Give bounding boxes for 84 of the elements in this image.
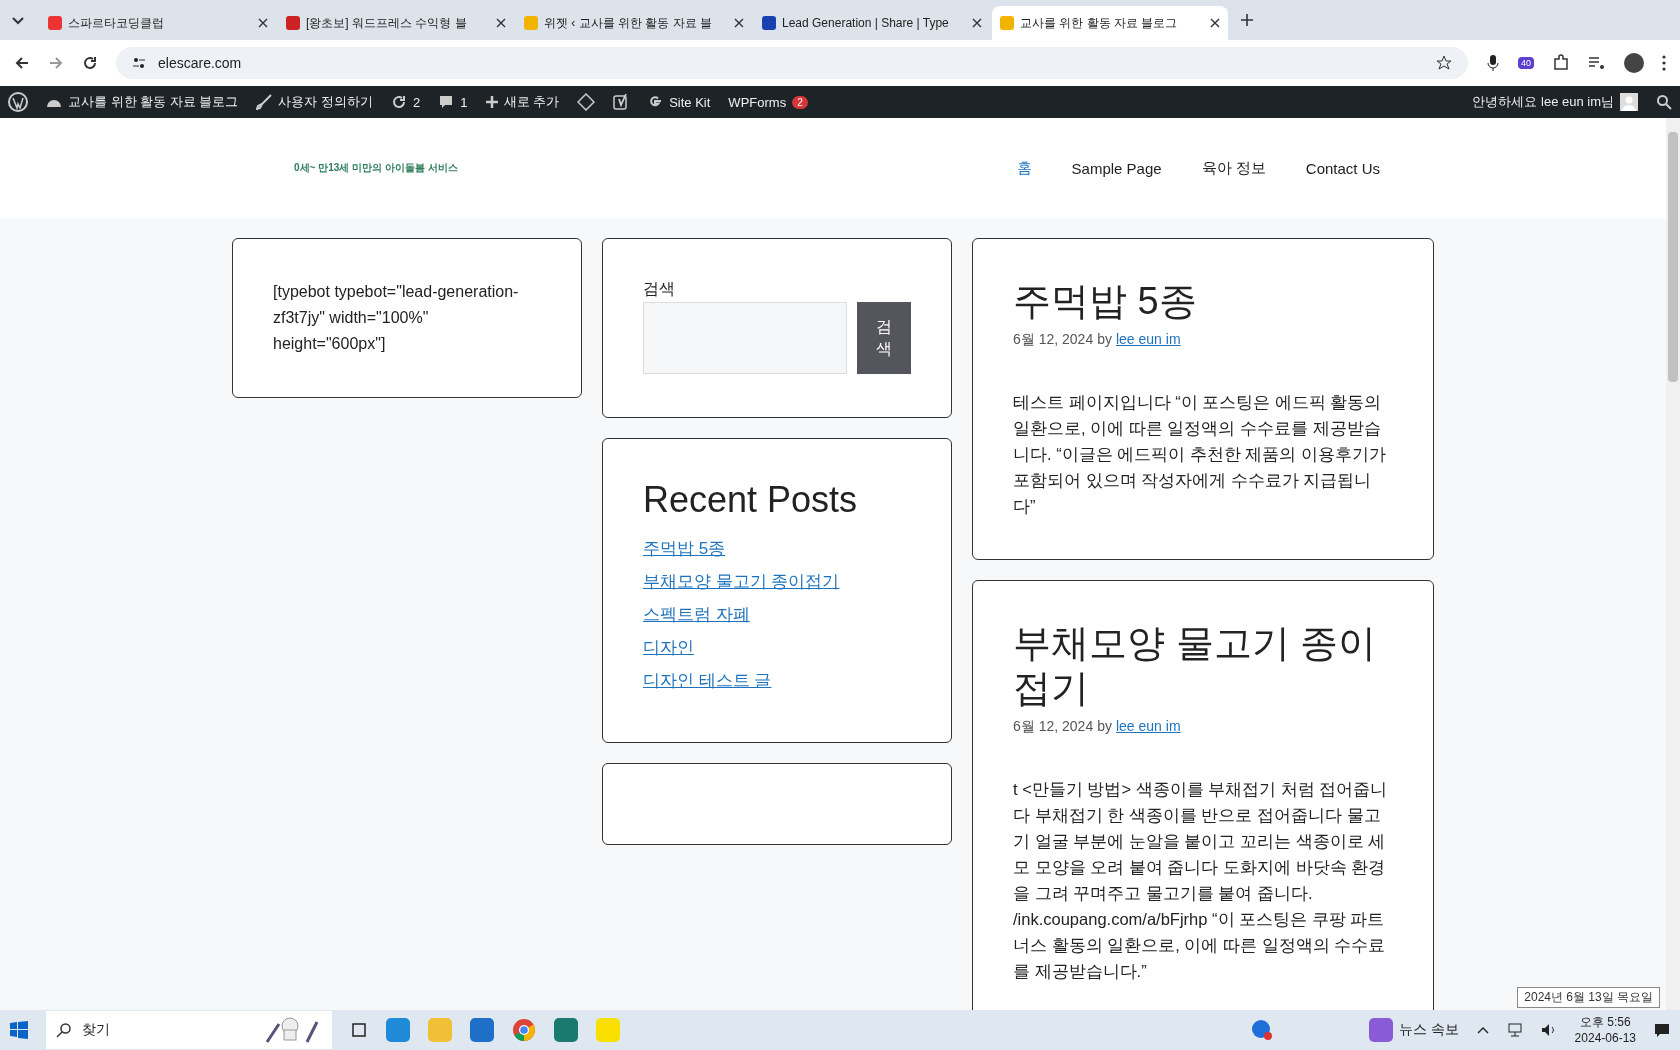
browser-tab[interactable]: [왕초보] 워드프레스 수익형 블 <box>278 6 514 40</box>
windows-icon[interactable] <box>10 1021 28 1039</box>
menu-icon[interactable] <box>1662 55 1666 71</box>
user-avatar-icon <box>1620 93 1638 111</box>
chevron-up-icon[interactable] <box>1476 1026 1489 1034</box>
taskbar-clock[interactable]: 오후 5:56 2024-06-13 <box>1574 1014 1636 1046</box>
post-excerpt: 테스트 페이지입니다 “이 포스팅은 에드픽 활동의 일환으로, 이에 따른 일정액의 수수료를 제공받습니다. “이글은 에드픽이 추천한 제품의 이용후기가 포함되어 있으며 작성자에게 수수료가 지급됩니다” <box>1013 391 1387 517</box>
favicon-icon <box>524 16 538 30</box>
comments-link[interactable]: 1 <box>438 94 468 110</box>
star-icon[interactable] <box>1436 55 1452 71</box>
yoast-icon[interactable] <box>613 93 630 111</box>
favicon-icon <box>1000 16 1014 30</box>
count-badge: 2 <box>792 95 808 109</box>
byline-text: by <box>1097 330 1112 349</box>
media-icon[interactable] <box>1588 55 1606 71</box>
post-link[interactable]: 스펙트럼 자폐 <box>643 603 911 626</box>
customize-link[interactable]: 사용자 정의하기 <box>256 93 374 111</box>
search-icon <box>56 1022 72 1038</box>
network-icon[interactable] <box>1506 1023 1523 1037</box>
post-link[interactable]: 부채모양 물고기 종이접기 <box>643 570 911 593</box>
reload-icon[interactable] <box>82 55 98 71</box>
notification-icon[interactable] <box>1654 1022 1670 1038</box>
puzzle-icon[interactable] <box>1552 54 1570 72</box>
author-link[interactable]: lee eun im <box>1115 717 1181 736</box>
post-link[interactable]: 디자인 <box>643 636 911 659</box>
extension-badge[interactable]: 40 <box>1518 57 1534 69</box>
favicon-icon <box>48 16 62 30</box>
post-date: 6월 12, 2024 <box>1013 330 1094 349</box>
browser-tab[interactable]: Lead Generation | Share | Type <box>754 6 990 40</box>
updates-link[interactable]: 2 <box>391 94 421 110</box>
comment-icon <box>438 94 455 110</box>
volume-icon[interactable] <box>1540 1023 1557 1037</box>
nav-link[interactable]: 육아 정보 <box>1201 158 1266 178</box>
scrollbar[interactable] <box>1666 118 1680 1010</box>
nav-link[interactable]: Contact Us <box>1305 159 1380 177</box>
search-field[interactable] <box>643 302 847 374</box>
plus-icon <box>485 96 498 108</box>
browser-tab[interactable]: 교사를 위한 활동 자료 블로그 <box>992 6 1228 40</box>
favicon-icon <box>762 16 776 30</box>
post-date: 6월 12, 2024 <box>1013 717 1094 736</box>
post-title[interactable]: 주먹밥 5종 <box>1013 279 1393 325</box>
new-tab-icon[interactable] <box>1240 13 1254 27</box>
site-kit-link[interactable]: Site Kit <box>647 94 711 110</box>
site-logo[interactable]: 0세~ 만13세 미만의 아이돌봄 서비스 <box>294 161 977 175</box>
address-bar[interactable]: elescare.com <box>116 47 1468 79</box>
post-title[interactable]: 부채모양 물고기 종이접기 <box>1013 620 1393 712</box>
date-tooltip: 2024년 6월 13일 목요일 <box>1517 987 1660 1008</box>
forward-icon[interactable] <box>48 55 64 71</box>
site-name-link[interactable]: 교사를 위한 활동 자료 블로그 <box>46 93 239 111</box>
new-content-link[interactable]: 새로 추가 <box>485 93 560 111</box>
favicon-icon <box>286 16 300 30</box>
close-icon[interactable] <box>972 18 982 28</box>
close-icon[interactable] <box>734 18 744 28</box>
taskbar-search[interactable]: 찾기 <box>46 1011 332 1049</box>
shortcode-text: [typebot typebot="lead-generation-zf3t7jy" width="100%" height="600px"] <box>273 282 520 354</box>
microphone-icon[interactable] <box>1486 54 1500 72</box>
byline-text: by <box>1097 717 1112 736</box>
search-label: 검색 <box>643 279 676 299</box>
search-icon[interactable] <box>1656 94 1672 110</box>
post-link[interactable]: 주먹밥 5종 <box>643 537 911 560</box>
back-icon[interactable] <box>14 55 30 71</box>
site-settings-icon[interactable] <box>132 56 146 70</box>
widget-title: Recent Posts <box>643 479 859 521</box>
browser-tab[interactable]: 스파르타코딩클럽 <box>40 6 276 40</box>
refresh-icon <box>391 94 408 110</box>
browser-tab[interactable]: 위젯 ‹ 교사를 위한 활동 자료 블 <box>516 6 752 40</box>
account-link[interactable]: 안녕하세요 lee eun im님 <box>1472 93 1638 111</box>
nav-link[interactable]: Sample Page <box>1071 159 1162 177</box>
wordpress-icon[interactable] <box>8 92 28 112</box>
post-excerpt: t <만들기 방법> 색종이를 부채접기 처럼 접어줍니다 부채접기 한 색종이를 반으로 접어줍니다 물고기 얼굴 부분에 눈알을 붙이고 꼬리는 색종이로 세모 모양을 오려 붙여 줍니다 도화지에 바닷속 환경을 그려 꾸며주고 물고기를 붙여 줍니다. /ink.coupang.com/a/bFjrhp “이 포스팅은 쿠팡 파트너스 활동의 일환으로, 이에 따른 일정액의 수수료를 제공받습니다.” <box>1013 778 1389 982</box>
search-button[interactable]: 검색 <box>857 302 911 374</box>
diamond-icon[interactable] <box>577 93 596 111</box>
wpforms-link[interactable]: WPForms 2 <box>728 94 808 110</box>
close-icon[interactable] <box>258 18 268 28</box>
nav-link[interactable]: 홈 <box>1016 158 1032 178</box>
task-view-icon[interactable] <box>350 1022 368 1038</box>
close-icon[interactable] <box>1210 18 1220 28</box>
author-link[interactable]: lee eun im <box>1115 330 1181 349</box>
news-widget[interactable]: 뉴스 속보 <box>1368 1018 1459 1042</box>
close-icon[interactable] <box>496 18 506 28</box>
post-link[interactable]: 디자인 테스트 글 <box>643 669 911 692</box>
avatar-icon[interactable] <box>1624 53 1644 73</box>
brush-icon <box>256 94 273 110</box>
chrome-icon[interactable] <box>512 1018 536 1042</box>
